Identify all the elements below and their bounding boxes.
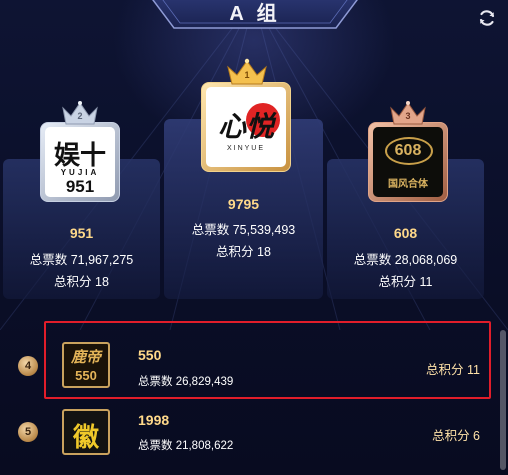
team-logo-thumbnail[interactable]: 鹿帝 550 [62,342,110,388]
rank-badge: 4 [18,356,38,376]
avatar-logo-text: 娱十 [53,141,106,171]
podium-votes-rank-2: 总票数 71,967,275 [29,253,134,267]
list-item-rank-4[interactable]: 4 鹿帝 550 550 总票数 26,829,439 总积分 11 [0,322,500,398]
crown-rank-number: 1 [244,70,250,80]
team-score: 总积分 11 [426,363,480,377]
crown-rank-number: 2 [77,111,83,121]
team-votes: 总票数 26,829,439 [138,376,234,388]
crown-rank-number: 3 [405,111,411,121]
list-item-rank-5[interactable]: 5 徽 1998 总票数 21,808,622 总积分 6 [0,397,500,473]
avatar-rank-1[interactable]: 心悦 XINYUE [201,82,291,172]
avatar-logo-sub: 国风合体 [388,179,428,190]
avatar-logo-text: 心悦 [217,110,274,143]
avatar-logo-num: 951 [65,177,95,196]
avatar-logo-sub: YUJIA [60,168,100,177]
rank-badge: 5 [18,422,38,442]
podium-votes-rank-3: 总票数 28,068,069 [353,253,458,267]
podium-score-rank-1: 总积分 18 [216,245,271,259]
scrollbar-thumb[interactable] [500,330,506,470]
team-votes: 总票数 21,808,622 [138,440,234,452]
group-header-tab: A 组 [150,0,360,30]
avatar-logo-sub: XINYUE [226,145,266,152]
podium-votes-rank-1: 总票数 75,539,493 [191,223,296,237]
group-title: A 组 [229,3,281,25]
list-scrollbar[interactable] [500,330,506,470]
team-score: 总积分 6 [432,429,480,443]
team-name: 1998 [138,412,170,428]
bronze-crown-icon: 3 [388,100,428,128]
thumb-logo-text: 鹿帝 [70,348,101,366]
team-logo-thumbnail[interactable]: 徽 [62,409,110,455]
podium-score-rank-3: 总积分 11 [378,275,433,289]
podium-name-rank-3: 608 [393,225,418,241]
avatar-rank-3[interactable]: 608 国风合体 [368,122,448,202]
podium-name-rank-1: 9795 [227,196,260,212]
team-name: 550 [138,347,162,363]
podium-name-rank-2: 951 [69,225,94,241]
gold-crown-icon: 1 [225,58,269,88]
silver-crown-icon: 2 [60,100,100,128]
thumb-logo-text: 徽 [72,423,99,453]
avatar-rank-2[interactable]: 娱十 YUJIA 951 [40,122,120,202]
avatar-logo-text: 608 [394,142,422,159]
refresh-icon[interactable] [477,8,497,28]
podium-score-rank-2: 总积分 18 [54,275,109,289]
thumb-logo-num: 550 [75,368,97,383]
